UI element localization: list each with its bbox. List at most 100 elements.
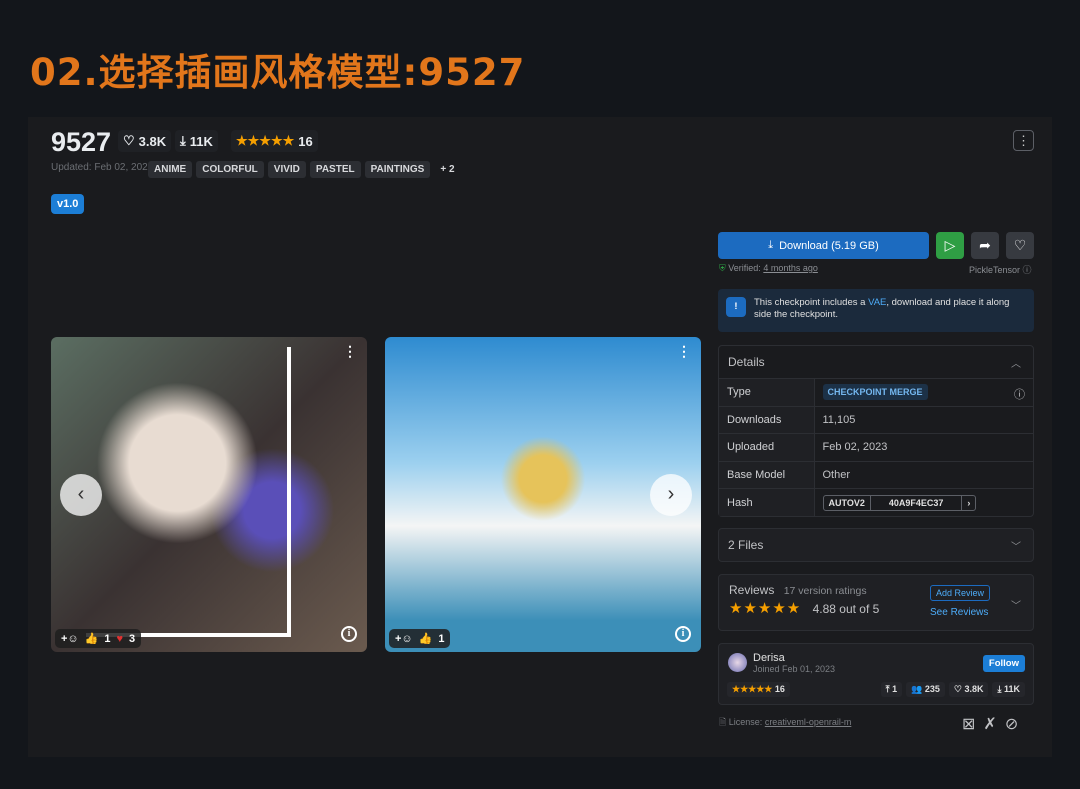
- creator-stats: ⤒ 1 👥 235 ♡ 3.8K ⤓ 11K: [880, 682, 1025, 697]
- creator-rating-count: 16: [774, 684, 785, 694]
- chevron-right-icon[interactable]: ›: [962, 496, 975, 510]
- downloads-stat: ⤓ 11K: [992, 682, 1025, 697]
- tag[interactable]: COLORFUL: [196, 161, 264, 178]
- chevron-down-icon[interactable]: ﹀: [1011, 597, 1021, 612]
- heart-reaction-icon: ♥: [116, 632, 124, 645]
- details-title: Details: [728, 355, 765, 369]
- prev-image-button[interactable]: ‹: [60, 474, 102, 516]
- info-icon[interactable]: ⓘ: [1014, 386, 1025, 402]
- add-reaction-icon[interactable]: +☺: [395, 633, 413, 645]
- vae-link[interactable]: VAE: [868, 297, 886, 308]
- tag-list: ANIME COLORFUL VIVID PASTEL PAINTINGS + …: [148, 161, 461, 178]
- verified-status: ⛨ Verified: 4 months ago: [719, 263, 818, 274]
- likes-stat[interactable]: ♡ 3.8K: [118, 130, 172, 152]
- creator-joined: Joined Feb 01, 2023: [753, 664, 836, 674]
- license-icon: 🗎: [719, 717, 727, 727]
- image-frame: [86, 347, 291, 637]
- updated-date: Updated: Feb 02, 2023: [51, 162, 154, 173]
- more-options-icon[interactable]: ⋮: [1013, 130, 1034, 151]
- favorite-button[interactable]: ♡: [1006, 232, 1034, 259]
- heart-count: 3: [129, 632, 136, 645]
- chevron-up-icon[interactable]: ︿: [1011, 355, 1021, 370]
- table-row: Uploaded Feb 02, 2023: [719, 433, 1033, 462]
- reviews-title: Reviews: [729, 583, 775, 597]
- share-button[interactable]: ➦: [971, 232, 999, 259]
- tag[interactable]: ANIME: [148, 161, 193, 178]
- creator-rating: ★★★★★ 16: [727, 682, 790, 697]
- downloads-count: 11K: [189, 133, 213, 149]
- tag[interactable]: VIVID: [267, 161, 306, 178]
- info-icon[interactable]: i: [341, 626, 357, 642]
- likes-count: 3.8K: [964, 684, 984, 694]
- thumbs-up-icon: 👍: [84, 633, 99, 645]
- license-link[interactable]: creativeml-openrail-m: [765, 717, 852, 727]
- version-button[interactable]: v1.0: [51, 194, 85, 214]
- tag[interactable]: PASTEL: [309, 161, 361, 178]
- chevron-down-icon[interactable]: ﹀: [1011, 538, 1021, 553]
- hash-widget[interactable]: AUTOV2 40A9F4EC37 ›: [822, 494, 977, 511]
- download-icon: ⤓: [180, 133, 186, 148]
- likes-stat: ♡ 3.8K: [948, 682, 989, 697]
- table-row: Base Model Other: [719, 460, 1033, 489]
- reviews-count: 17 version ratings: [783, 585, 867, 597]
- follow-button[interactable]: Follow: [982, 655, 1025, 672]
- download-button[interactable]: ⤓ Download (5.19 GB): [718, 232, 929, 259]
- rating-stat[interactable]: ★★★★★ 16: [231, 130, 318, 152]
- add-review-button[interactable]: Add Review: [930, 585, 991, 601]
- row-label: Downloads: [719, 405, 815, 434]
- table-row: Type CHECKPOINT MERGE ⓘ: [719, 378, 1033, 407]
- details-header[interactable]: Details ︿: [719, 346, 1033, 378]
- see-reviews-link[interactable]: See Reviews: [930, 607, 988, 618]
- license-label: License:: [728, 717, 763, 727]
- verifier: PickleTensor ⓘ: [969, 263, 1032, 276]
- gallery-image[interactable]: ⋮ › +☺ 👍 1 i: [385, 337, 701, 652]
- info-icon[interactable]: i: [675, 626, 691, 642]
- row-label: Base Model: [719, 460, 815, 489]
- files-panel[interactable]: 2 Files ﹀: [718, 528, 1034, 562]
- verified-label: Verified:: [728, 263, 761, 273]
- followers-count: 235: [924, 684, 940, 694]
- reactions-bar[interactable]: +☺ 👍 1: [389, 629, 451, 648]
- thumbs-up-count: 1: [438, 632, 445, 645]
- hash-value[interactable]: 40A9F4EC37: [871, 495, 963, 510]
- row-value: 11,105: [814, 405, 1033, 434]
- tag[interactable]: PAINTINGS: [364, 161, 431, 178]
- add-reaction-icon[interactable]: +☺: [61, 633, 79, 645]
- no-brush-icon: ✗: [983, 716, 997, 733]
- likes-count: 3.8K: [138, 133, 167, 149]
- alert-text: This checkpoint includes a VAE, download…: [754, 297, 1026, 324]
- row-value: Feb 02, 2023: [814, 433, 1033, 462]
- image-menu-icon[interactable]: ⋮: [343, 343, 357, 360]
- reactions-bar[interactable]: +☺ 👍 1 ♥ 3: [55, 629, 142, 648]
- run-button[interactable]: ▷: [936, 232, 964, 259]
- next-image-button[interactable]: ›: [650, 474, 692, 516]
- creator-name[interactable]: Derisa: [753, 652, 785, 664]
- type-badge: CHECKPOINT MERGE: [822, 384, 928, 401]
- reviews-panel: Reviews 17 version ratings ★★★★★ 4.88 ou…: [718, 574, 1034, 631]
- row-label: Uploaded: [719, 433, 815, 462]
- row-value: Other: [814, 460, 1033, 489]
- alert-text-pre: This checkpoint includes a: [754, 297, 869, 308]
- download-icon: ⤓: [997, 684, 1002, 694]
- verified-time-link[interactable]: 4 months ago: [763, 263, 818, 273]
- downloads-count: 11K: [1003, 684, 1020, 694]
- heart-icon: ♡: [953, 684, 962, 694]
- star-icons: ★★★★★: [236, 133, 295, 148]
- gallery-image[interactable]: ⋮ ‹ +☺ 👍 1 ♥ 3 i: [51, 337, 367, 652]
- model-card: 9527 ♡ 3.8K ⤓ 11K ★★★★★ 16 Updated: Feb 02,…: [28, 117, 1052, 757]
- license-restrictions: ⊠ ✗ ⊘: [962, 714, 1018, 734]
- hash-type[interactable]: AUTOV2: [824, 495, 871, 510]
- more-tags[interactable]: + 2: [434, 161, 460, 178]
- files-title: 2 Files: [728, 538, 764, 552]
- play-icon: ▷: [944, 237, 956, 253]
- heart-icon: ♡: [1013, 237, 1027, 253]
- image-menu-icon[interactable]: ⋮: [677, 343, 691, 360]
- details-panel: Details ︿ Type CHECKPOINT MERGE ⓘ Downloads…: [718, 345, 1034, 518]
- thumbs-up-icon: 👍: [418, 633, 433, 645]
- no-cart-icon: ⊘: [1004, 716, 1019, 733]
- license: 🗎 License: creativeml-openrail-m: [719, 715, 851, 731]
- info-icon[interactable]: ⓘ: [1023, 265, 1032, 275]
- downloads-stat: ⤓ 11K: [175, 130, 218, 152]
- uploads-stat: ⤒ 1: [880, 682, 903, 697]
- avatar[interactable]: [728, 653, 747, 672]
